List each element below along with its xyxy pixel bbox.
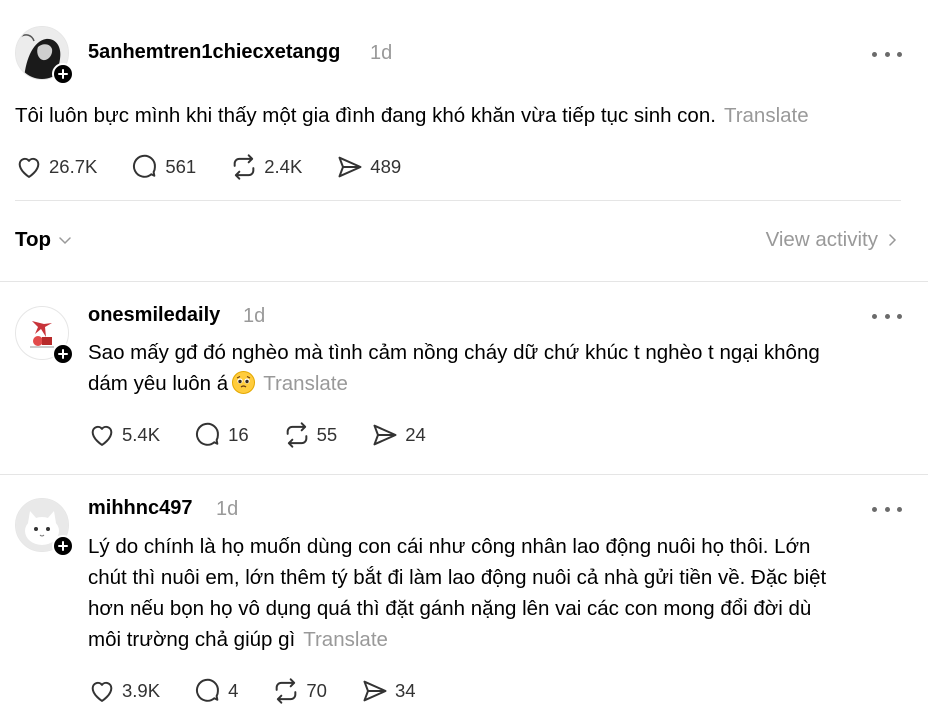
comment-time: 1d <box>216 498 239 520</box>
share-count: 489 <box>370 156 402 177</box>
post-time: 1d <box>370 42 393 64</box>
chevron-down-icon <box>59 237 71 245</box>
more-options-icon[interactable] <box>872 503 902 515</box>
reply-button[interactable]: 16 <box>194 421 249 449</box>
comment: mihhnc497 1d Lý do chính là họ muốn dùng… <box>0 475 928 727</box>
reply-count: 561 <box>165 156 197 177</box>
post-username[interactable]: 5anhemtren1chiecxetangg <box>88 41 340 64</box>
repost-icon <box>286 422 307 448</box>
reply-button[interactable]: 4 <box>194 677 238 705</box>
post-text: Tôi luôn bực mình khi thấy một gia đình … <box>15 100 905 131</box>
share-button[interactable]: 489 <box>336 153 401 181</box>
comment-text-line: Sao mấy gđ đó nghèo mà tình cảm nồng chá… <box>88 341 820 364</box>
comment-text-line: môi trường chả giúp gì <box>88 628 296 651</box>
sort-label: Top <box>15 228 52 251</box>
comment-text-line-2: dám yêu luôn á Translate <box>88 368 908 399</box>
comment-time: 1d <box>243 305 266 327</box>
repost-icon <box>233 154 255 180</box>
heart-icon <box>18 157 40 178</box>
comment-username[interactable]: mihhnc497 <box>88 497 192 520</box>
like-count: 5.4K <box>122 424 161 445</box>
comment-username[interactable]: onesmiledaily <box>88 304 220 327</box>
repost-icon <box>276 678 297 704</box>
reply-button[interactable]: 561 <box>131 153 196 181</box>
share-button[interactable]: 24 <box>371 421 426 449</box>
repost-button[interactable]: 55 <box>283 421 338 449</box>
follow-plus-icon[interactable] <box>52 343 74 365</box>
comment-text-line: chút thì nuôi em, lớn thêm tý bắt đi làm… <box>88 566 827 589</box>
comment: onesmiledaily 1d Sao mấy gđ đó nghèo mà … <box>0 282 928 474</box>
heart-icon <box>91 425 113 446</box>
repost-button[interactable]: 70 <box>272 677 327 705</box>
translate-link[interactable]: Translate <box>303 628 388 651</box>
more-options-icon[interactable] <box>872 310 902 322</box>
heart-icon <box>91 681 113 702</box>
follow-plus-icon[interactable] <box>52 535 74 557</box>
chevron-right-icon <box>889 234 897 246</box>
pleading-face-emoji <box>232 371 256 394</box>
share-button[interactable]: 34 <box>361 677 416 705</box>
sort-dropdown[interactable]: Top <box>15 228 73 252</box>
post-actions: 26.7K 561 2.4K 489 <box>15 153 435 181</box>
post-text-body: Tôi luôn bực mình khi thấy một gia đình … <box>15 104 716 127</box>
comment-text: Lý do chính là họ muốn dùng con cái như … <box>88 531 908 655</box>
comment-text-line-4: môi trường chả giúp gì Translate <box>88 624 908 655</box>
like-count: 26.7K <box>49 156 98 177</box>
repost-count: 70 <box>306 680 327 701</box>
like-count: 3.9K <box>122 680 161 701</box>
comment-text-line: hơn nếu bọn họ vô dụng quá thì đặt gánh … <box>88 597 812 620</box>
divider <box>15 200 901 201</box>
view-activity-label: View activity <box>765 228 878 251</box>
send-icon <box>338 156 362 178</box>
translate-link[interactable]: Translate <box>724 104 809 127</box>
avatar[interactable] <box>15 26 74 85</box>
main-post: 5anhemtren1chiecxetangg 1d Tôi luôn bực … <box>0 0 928 200</box>
repost-count: 2.4K <box>264 156 303 177</box>
share-count: 34 <box>394 680 416 701</box>
comment-text-line: dám yêu luôn á <box>88 372 229 395</box>
like-button[interactable]: 3.9K <box>88 677 160 705</box>
comment-actions: 5.4K 16 55 24 <box>88 421 460 449</box>
follow-plus-icon[interactable] <box>52 63 74 85</box>
view-activity-link[interactable]: View activity <box>766 228 900 252</box>
comment-icon <box>196 422 219 446</box>
comment-text: Sao mấy gđ đó nghèo mà tình cảm nồng chá… <box>88 337 908 399</box>
share-count: 24 <box>405 424 426 445</box>
avatar[interactable] <box>15 498 74 557</box>
translate-link[interactable]: Translate <box>263 372 348 395</box>
comment-text-line: Lý do chính là họ muốn dùng con cái như … <box>88 535 811 558</box>
repost-count: 55 <box>316 424 338 445</box>
send-icon <box>373 424 397 446</box>
repost-button[interactable]: 2.4K <box>230 153 302 181</box>
reply-count: 4 <box>228 680 239 701</box>
send-icon <box>363 680 387 702</box>
avatar[interactable] <box>15 306 74 365</box>
like-button[interactable]: 26.7K <box>15 153 97 181</box>
comment-icon <box>133 154 157 178</box>
comment-actions: 3.9K 4 70 34 <box>88 677 450 705</box>
like-button[interactable]: 5.4K <box>88 421 160 449</box>
comment-icon <box>196 678 219 702</box>
more-options-icon[interactable] <box>872 48 902 60</box>
reply-count: 16 <box>228 424 249 445</box>
